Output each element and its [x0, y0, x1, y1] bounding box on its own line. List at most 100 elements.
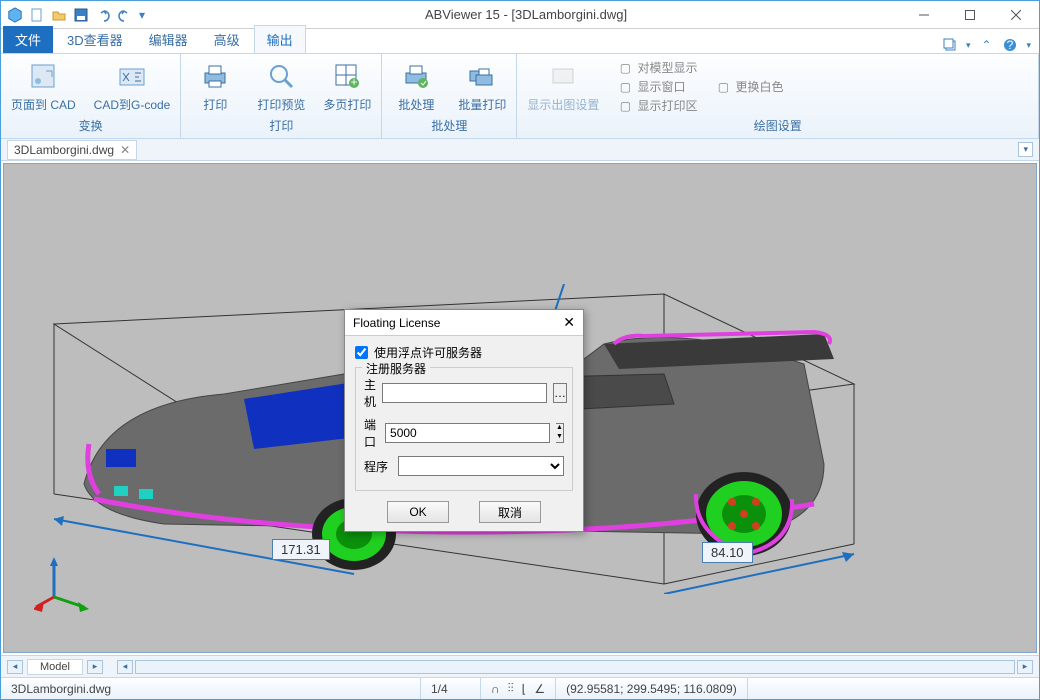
show-window-button[interactable]: ▢显示窗口: [617, 78, 697, 95]
collapse-ribbon-icon[interactable]: ⌃: [978, 37, 994, 53]
tab-file[interactable]: 文件: [3, 26, 53, 53]
change-white-icon: ▢: [715, 79, 731, 95]
dimension-label-right: 84.10: [702, 542, 753, 563]
show-by-model-button[interactable]: ▢对模型显示: [617, 59, 697, 76]
batch-print-icon: [466, 60, 498, 92]
cad-to-gcode-button[interactable]: CAD到G-code: [94, 60, 171, 113]
group-print: 打印 打印预览 + 多页打印 打印: [181, 54, 382, 138]
print-preview-icon: [265, 60, 297, 92]
show-print-area-button[interactable]: ▢显示打印区: [617, 97, 697, 114]
redo-icon[interactable]: [117, 7, 133, 23]
status-page: 1/4: [421, 678, 481, 699]
model-display-icon: ▢: [617, 60, 633, 76]
quick-access-toolbar: ▾: [1, 7, 151, 23]
document-tab[interactable]: 3DLamborgini.dwg ✕: [7, 140, 137, 160]
open-icon[interactable]: [51, 7, 67, 23]
viewport-canvas[interactable]: 171.31 84.10 Floating License ✕ 使用浮点许可服务…: [3, 163, 1037, 653]
horizontal-scrollbar[interactable]: ◂ ▸: [107, 660, 1033, 674]
undo-icon[interactable]: [95, 7, 111, 23]
tab-3d-viewer[interactable]: 3D查看器: [55, 26, 135, 53]
multipage-icon: +: [331, 60, 363, 92]
tab-output[interactable]: 输出: [254, 25, 306, 53]
tab-overflow-icon[interactable]: ▾: [1018, 142, 1033, 157]
tab-editor[interactable]: 编辑器: [137, 26, 200, 53]
group-batch: 批处理 批量打印 批处理: [382, 54, 517, 138]
page-to-cad-icon: [27, 60, 59, 92]
scroll-left-icon[interactable]: ◂: [117, 660, 133, 674]
program-label: 程序: [364, 458, 392, 475]
angle-icon[interactable]: ∠: [534, 682, 545, 696]
svg-text:+: +: [351, 75, 358, 89]
dimension-label-left: 171.31: [272, 539, 330, 560]
snap-icon[interactable]: ∩: [491, 682, 500, 696]
document-tab-label: 3DLamborgini.dwg: [14, 143, 114, 157]
cad-to-gcode-label: CAD到G-code: [94, 96, 171, 113]
close-button[interactable]: [993, 1, 1039, 29]
change-white-button[interactable]: ▢更换白色: [715, 78, 783, 95]
axis-gizmo: [34, 552, 94, 612]
layout-tabs: ◂ Model ▸ ◂ ▸: [1, 655, 1039, 677]
print-icon: [199, 60, 231, 92]
statusbar: 3DLamborgini.dwg 1/4 ∩ ⫶⫶ ⌊ ∠ (92.95581;…: [1, 677, 1039, 699]
show-plot-settings-button[interactable]: 显示出图设置: [527, 60, 599, 113]
close-tab-icon[interactable]: ✕: [120, 143, 130, 157]
plot-options: ▢对模型显示 ▢显示窗口 ▢显示打印区: [617, 59, 697, 114]
print-area-icon: ▢: [617, 98, 633, 114]
minimize-button[interactable]: [901, 1, 947, 29]
ribbon-tabs: 文件 3D查看器 编辑器 高级 输出 ▾ ⌃ ? ▾: [1, 29, 1039, 53]
save-icon[interactable]: [73, 7, 89, 23]
use-server-input[interactable]: [355, 346, 368, 359]
window-controls: [901, 1, 1039, 29]
register-server-group: 注册服务器 主机 … 端口 ▲▼ 程序: [355, 367, 573, 491]
ribbon-body: 页面到 CAD CAD到G-code 变换 打印 打印预览 + 多页打印 打印: [1, 53, 1039, 139]
window-title: ABViewer 15 - [3DLamborgini.dwg]: [151, 7, 901, 22]
grid-icon[interactable]: ⫶⫶: [508, 681, 514, 696]
batch-print-button[interactable]: 批量打印: [458, 60, 506, 113]
clone-window-icon[interactable]: [942, 37, 958, 53]
tab-next-icon[interactable]: ▸: [87, 660, 103, 674]
host-input[interactable]: [382, 383, 547, 403]
group-convert-title: 变换: [11, 117, 170, 136]
ortho-icon[interactable]: ⌊: [522, 682, 527, 696]
dialog-titlebar[interactable]: Floating License ✕: [345, 310, 583, 336]
batch-button[interactable]: 批处理: [392, 60, 440, 113]
host-label: 主机: [364, 376, 376, 410]
batch-icon: [400, 60, 432, 92]
help-dropdown-icon[interactable]: ▾: [1026, 40, 1031, 51]
batch-print-label: 批量打印: [458, 96, 506, 113]
group-plot-settings: 显示出图设置 ▢对模型显示 ▢显示窗口 ▢显示打印区 ▢更换白色 绘图设置: [517, 54, 1039, 138]
print-preview-button[interactable]: 打印预览: [257, 60, 305, 113]
scroll-right-icon[interactable]: ▸: [1017, 660, 1033, 674]
status-coords: (92.95581; 299.5495; 116.0809): [556, 678, 748, 699]
model-tab[interactable]: Model: [27, 659, 83, 675]
multipage-print-button[interactable]: + 多页打印: [323, 60, 371, 113]
document-tabs: 3DLamborgini.dwg ✕ ▾: [1, 139, 1039, 161]
window-icon: ▢: [617, 79, 633, 95]
group-convert: 页面到 CAD CAD到G-code 变换: [1, 54, 181, 138]
host-browse-button[interactable]: …: [553, 383, 567, 403]
plot-options-2: ▢更换白色: [715, 78, 783, 95]
port-label: 端口: [364, 416, 379, 450]
port-spinner[interactable]: ▲▼: [556, 423, 564, 443]
port-input[interactable]: [385, 423, 550, 443]
maximize-button[interactable]: [947, 1, 993, 29]
cancel-button[interactable]: 取消: [479, 501, 541, 523]
qat-dropdown-icon[interactable]: ▾: [139, 8, 145, 22]
new-icon[interactable]: [29, 7, 45, 23]
page-to-cad-label: 页面到 CAD: [11, 96, 76, 113]
group-batch-title: 批处理: [392, 117, 506, 136]
help-icon[interactable]: ?: [1002, 37, 1018, 53]
print-button[interactable]: 打印: [191, 60, 239, 113]
program-select[interactable]: [398, 456, 564, 476]
clone-dropdown-icon[interactable]: ▾: [966, 40, 971, 51]
page-to-cad-button[interactable]: 页面到 CAD: [11, 60, 76, 113]
print-preview-label: 打印预览: [257, 96, 305, 113]
ok-button[interactable]: OK: [387, 501, 449, 523]
dialog-close-icon[interactable]: ✕: [563, 314, 575, 331]
plot-settings-label: 显示出图设置: [527, 96, 599, 113]
tab-advanced[interactable]: 高级: [202, 26, 252, 53]
floating-license-dialog: Floating License ✕ 使用浮点许可服务器 注册服务器 主机 … …: [344, 309, 584, 532]
use-server-checkbox[interactable]: 使用浮点许可服务器: [355, 344, 573, 361]
tab-prev-icon[interactable]: ◂: [7, 660, 23, 674]
group-print-title: 打印: [191, 117, 371, 136]
